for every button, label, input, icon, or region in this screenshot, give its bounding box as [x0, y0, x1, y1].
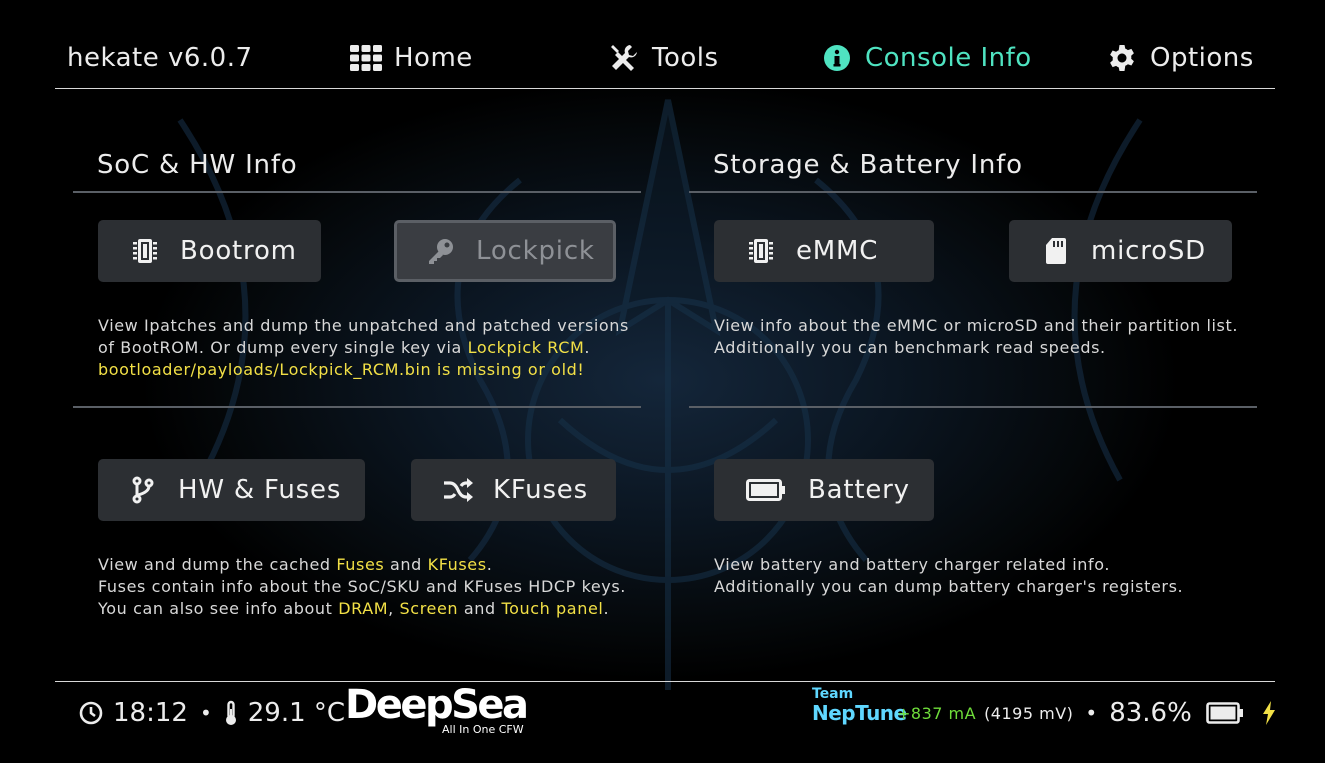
microsd-button-label: microSD	[1091, 236, 1206, 266]
emmc-button-label: eMMC	[796, 236, 879, 266]
emmc-button[interactable]: eMMC	[714, 220, 934, 282]
battery-description: View battery and battery charger related…	[714, 554, 1274, 598]
lockpick-rcm-link: Lockpick RCM	[467, 338, 585, 357]
deepsea-logo-subtitle: All In One CFW	[442, 723, 524, 736]
team-logo-bottom: NepTune	[812, 701, 907, 725]
hw-fuses-button[interactable]: HW & Fuses	[98, 459, 365, 521]
battery-button-label: Battery	[808, 475, 910, 505]
footer-divider	[55, 681, 1275, 682]
tools-icon	[608, 42, 640, 74]
footer-separator: •	[199, 701, 212, 725]
battery-status-icon	[1205, 702, 1244, 724]
battery-desc-line1: View battery and battery charger related…	[714, 555, 1111, 574]
bootrom-button-label: Bootrom	[180, 236, 297, 266]
team-logo-top: Team	[812, 686, 854, 702]
team-neptune-logo: Team NepTune	[812, 686, 907, 742]
section-title-soc: SoC & HW Info	[97, 150, 298, 180]
deepsea-logo-text: DeepSea	[345, 682, 529, 728]
battery-current: +837 mA	[897, 703, 977, 723]
grid-icon	[350, 42, 382, 74]
storage-description: View info about the eMMC or microSD and …	[714, 315, 1254, 359]
storage-desc-line2: Additionally you can benchmark read spee…	[714, 338, 1106, 357]
fuses-desc-line3: You can also see info about DRAM, Screen…	[98, 599, 610, 618]
temperature: 29.1 °C	[247, 698, 346, 728]
nav-options[interactable]: Options	[1106, 38, 1254, 78]
thermometer-icon	[224, 700, 238, 726]
background-art	[177, 99, 1143, 690]
footer-status-right: +837 mA (4195 mV) • 83.6%	[897, 697, 1276, 729]
section-divider-soc	[73, 191, 641, 193]
touch-panel-link: Touch panel	[501, 599, 604, 618]
lockpick-button-label: Lockpick	[476, 236, 595, 266]
nav-home[interactable]: Home	[350, 38, 473, 78]
background	[0, 0, 1325, 763]
header-divider	[55, 88, 1275, 89]
key-icon	[426, 236, 456, 266]
fuses-link: Fuses	[336, 555, 385, 574]
hw-fuses-button-label: HW & Fuses	[178, 475, 342, 505]
kfuses-link: KFuses	[427, 555, 487, 574]
gear-icon	[1106, 42, 1138, 74]
fuses-desc-line1: View and dump the cached Fuses and KFuse…	[98, 555, 493, 574]
section-title-storage: Storage & Battery Info	[713, 150, 1023, 180]
screen-link: Screen	[399, 599, 459, 618]
dram-link: DRAM	[338, 599, 389, 618]
nav-tools-label: Tools	[652, 43, 719, 73]
app-title: hekate v6.0.7	[67, 38, 253, 78]
lockpick-button[interactable]: Lockpick	[394, 220, 616, 282]
storage-middle-divider	[689, 406, 1257, 408]
info-icon	[821, 42, 853, 74]
branch-icon	[128, 475, 158, 505]
footer-status-left: 18:12 • 29.1 °C	[79, 697, 345, 729]
bolt-icon	[1262, 701, 1276, 725]
lockpick-warning: bootloader/payloads/Lockpick_RCM.bin is …	[98, 360, 585, 379]
battery-button[interactable]: Battery	[714, 459, 934, 521]
soc-middle-divider	[73, 406, 641, 408]
battery-desc-line2: Additionally you can dump battery charge…	[714, 577, 1184, 596]
soc-desc-line2: of BootROM. Or dump every single key via…	[98, 338, 591, 357]
nav-console-info-label: Console Info	[865, 43, 1032, 73]
clock-time: 18:12	[113, 698, 188, 728]
bootrom-button[interactable]: Bootrom	[98, 220, 321, 282]
soc-desc-line1: View Ipatches and dump the unpatched and…	[98, 316, 629, 335]
nav-console-info[interactable]: Console Info	[821, 38, 1032, 78]
nav-tools[interactable]: Tools	[608, 38, 719, 78]
app-title-text: hekate v6.0.7	[67, 43, 253, 73]
battery-icon	[746, 475, 786, 505]
chip-icon	[746, 236, 776, 266]
microsd-button[interactable]: microSD	[1009, 220, 1232, 282]
kfuses-button[interactable]: KFuses	[411, 459, 616, 521]
deepsea-logo: DeepSea All In One CFW	[345, 684, 545, 742]
battery-voltage: (4195 mV)	[984, 703, 1074, 723]
kfuses-button-label: KFuses	[493, 475, 588, 505]
clock-icon	[79, 701, 103, 725]
nav-home-label: Home	[394, 43, 473, 73]
chip-icon	[130, 236, 160, 266]
fuses-description: View and dump the cached Fuses and KFuse…	[98, 554, 658, 620]
shuffle-icon	[443, 475, 473, 505]
soc-description: View Ipatches and dump the unpatched and…	[98, 315, 638, 381]
storage-desc-line1: View info about the eMMC or microSD and …	[714, 316, 1239, 335]
nav-options-label: Options	[1150, 43, 1254, 73]
section-divider-storage	[689, 191, 1257, 193]
battery-percentage: 83.6%	[1109, 698, 1192, 728]
footer-separator-right: •	[1085, 701, 1098, 725]
sd-card-icon	[1041, 236, 1071, 266]
fuses-desc-line2: Fuses contain info about the SoC/SKU and…	[98, 577, 626, 596]
